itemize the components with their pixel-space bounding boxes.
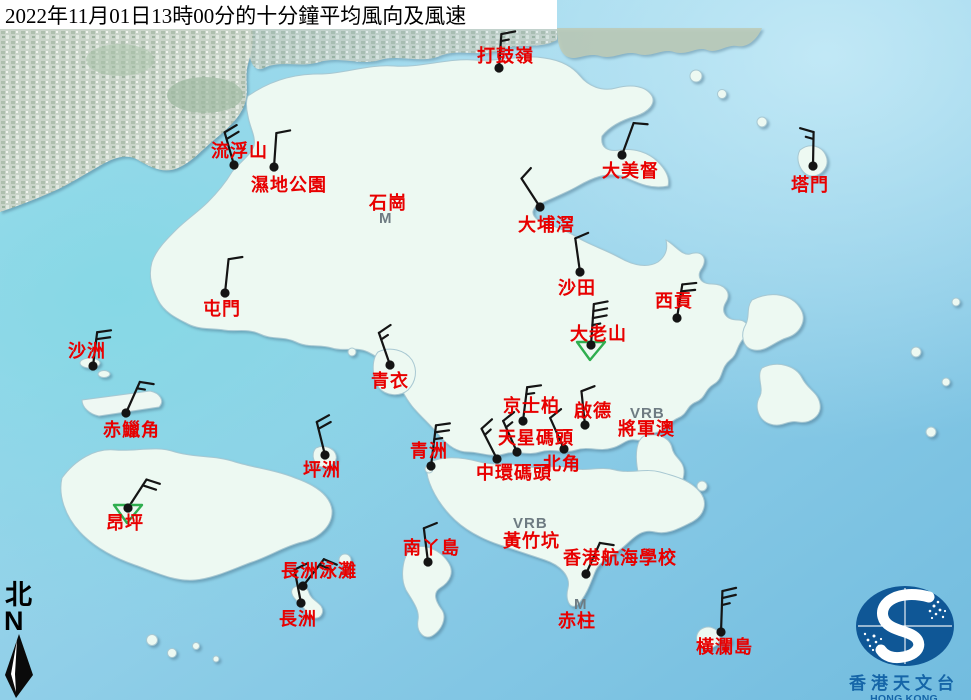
compass-chinese-label: 北 — [2, 582, 42, 609]
tsing-yi-island — [373, 349, 415, 395]
lung-kwu-chau-islet — [98, 371, 110, 378]
kat-o-islet — [690, 70, 702, 82]
hei-ling-chau-islet — [339, 554, 351, 566]
compass-needle-icon — [2, 633, 38, 699]
wind-map-page: 打鼓嶺流浮山濕地公園石崗M大埔滘大美督塔門屯門沙洲赤鱲角青衣沙田西貢大老山京士柏… — [0, 0, 971, 700]
tap-mun-island — [798, 146, 827, 176]
tung-lung-islet — [697, 481, 707, 491]
crooked-islet — [718, 90, 727, 99]
soko-islet-3 — [193, 643, 200, 650]
hong-kong-basemap — [0, 0, 971, 700]
mirs-bay-islet — [952, 298, 960, 306]
ninepin-islet-2 — [942, 378, 950, 386]
po-toi-island — [697, 627, 721, 648]
peng-chau-island — [313, 446, 336, 467]
sha-chau-islet — [80, 358, 100, 368]
compass-n-label: N — [2, 609, 42, 633]
shenzhen-hill-2 — [86, 44, 154, 76]
soko-islet-1 — [147, 635, 158, 646]
map-title: 2022年11月01日13時00分的十分鐘平均風向及風速 — [0, 0, 466, 30]
hko-logo-chinese: 香港天文台 — [837, 674, 971, 694]
shenzhen-hill — [167, 77, 243, 113]
grass-islet — [757, 117, 767, 127]
green-islet — [425, 465, 433, 473]
waglan-islet — [725, 638, 732, 645]
hko-logo: 香港天文台 HONG KONG OBSERVATORY — [837, 584, 971, 698]
soko-islet-2 — [168, 649, 177, 658]
ma-wan-islet — [348, 348, 356, 356]
hko-logo-english: HONG KONG OBSERVATORY — [837, 694, 971, 700]
north-compass: 北 N — [2, 582, 42, 700]
title-bar: 2022年11月01日13時00分的十分鐘平均風向及風速 — [0, 0, 557, 29]
soko-islet-4 — [213, 656, 219, 662]
ninepin-islet-3 — [926, 427, 936, 437]
ninepin-islet-1 — [911, 347, 921, 357]
hko-logo-icon — [837, 584, 971, 668]
